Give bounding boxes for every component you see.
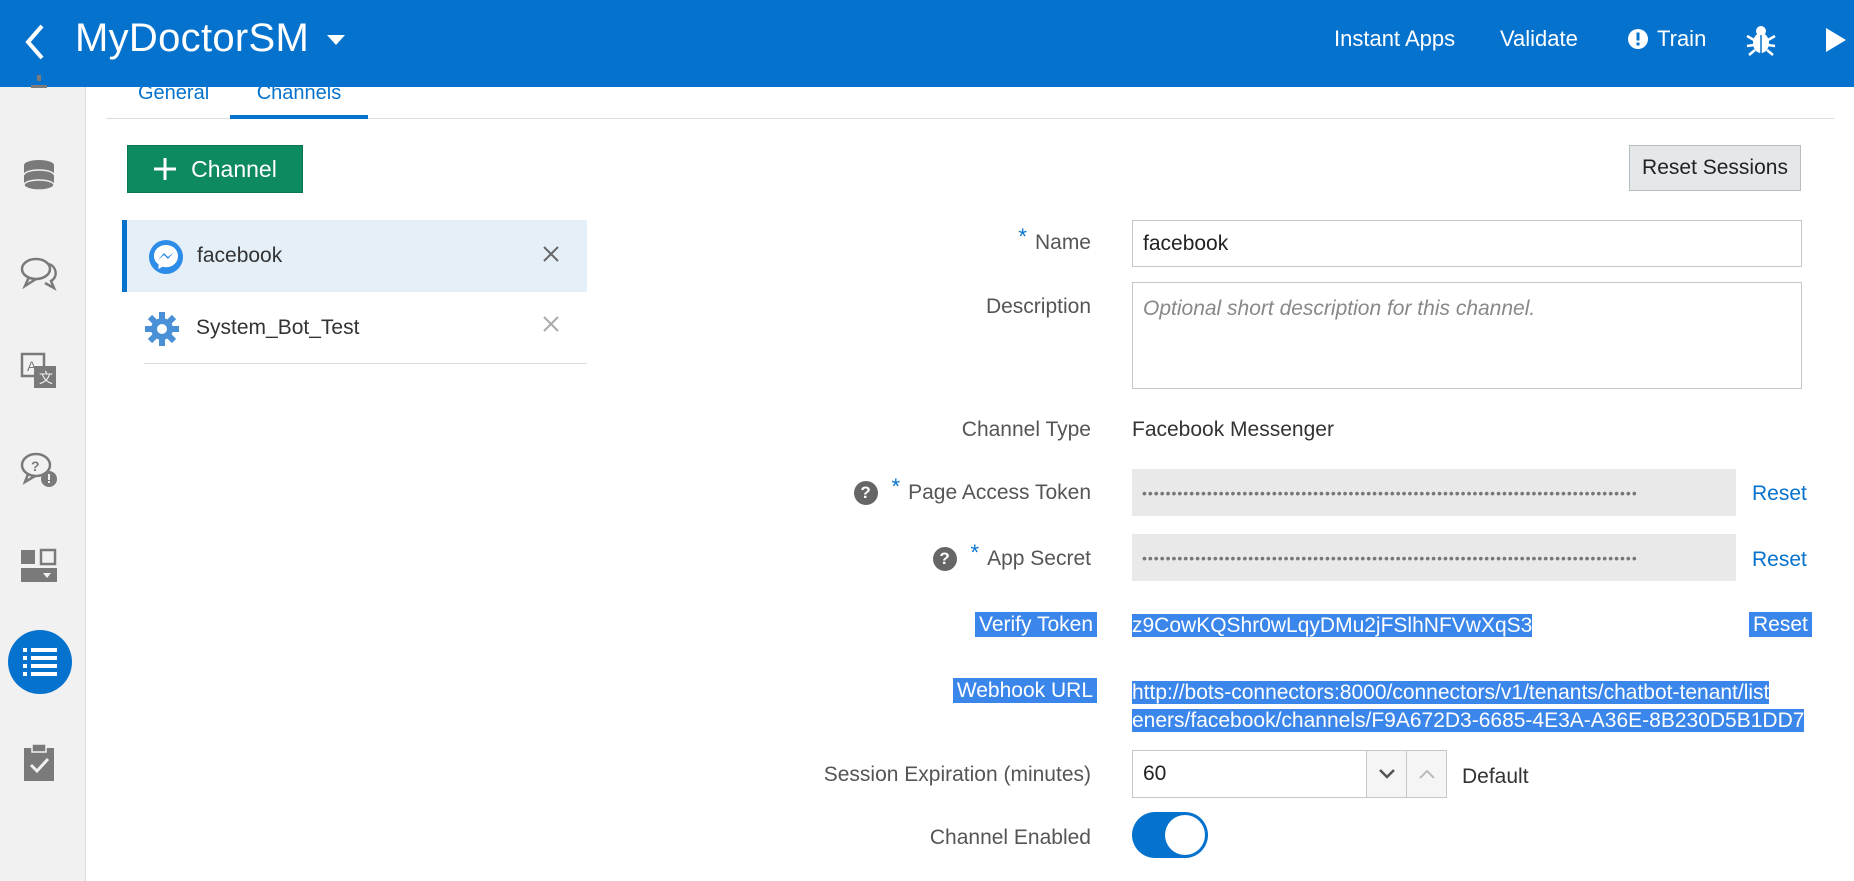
description-label: Description <box>985 295 1091 318</box>
validate-link[interactable]: Validate <box>1500 26 1578 52</box>
train-label: Train <box>1657 26 1707 51</box>
description-field[interactable]: Optional short description for this chan… <box>1132 282 1802 389</box>
play-icon[interactable] <box>1820 22 1850 58</box>
train-button[interactable]: Train <box>1627 26 1706 52</box>
required-mark: * <box>1018 224 1027 249</box>
left-nav-rail: A 文 ? <box>0 75 86 881</box>
reset-sessions-button[interactable]: Reset Sessions <box>1629 145 1801 191</box>
page-access-token-label: ? * Page Access Token <box>853 474 1091 506</box>
verify-token-reset-link[interactable]: Reset <box>1749 612 1812 637</box>
chevron-down-icon[interactable] <box>324 28 348 52</box>
required-mark: * <box>970 540 980 565</box>
clipboard-check-icon[interactable] <box>13 737 65 789</box>
verify-token-value[interactable]: z9CowKQShr0wLqyDMu2jFSlhNFVwXqS3 <box>1132 612 1812 640</box>
chevron-up-icon[interactable] <box>1406 751 1446 797</box>
session-expiration-stepper[interactable]: 60 <box>1132 750 1447 798</box>
alert-circle-icon <box>1628 29 1648 49</box>
help-icon[interactable]: ? <box>853 481 878 505</box>
tab-bar: General Channels <box>106 83 1834 119</box>
intents-icon[interactable] <box>13 73 65 97</box>
page-access-token-reset-link[interactable]: Reset <box>1752 482 1807 506</box>
page-access-token-field[interactable]: ••••••••••••••••••••••••••••••••••••••••… <box>1132 469 1736 516</box>
webhook-url-label: Webhook URL <box>952 678 1097 703</box>
instant-apps-link[interactable]: Instant Apps <box>1334 26 1455 52</box>
name-label: * Name <box>1018 224 1091 254</box>
app-secret-label: ? * App Secret <box>932 540 1091 572</box>
description-placeholder: Optional short description for this chan… <box>1143 297 1536 320</box>
webhook-url-value[interactable]: http://bots-connectors:8000/connectors/v… <box>1132 679 1812 735</box>
translate-icon[interactable]: A 文 <box>13 345 65 397</box>
channel-type-value: Facebook Messenger <box>1132 418 1334 441</box>
close-icon[interactable] <box>541 244 561 264</box>
svg-text:文: 文 <box>39 370 53 386</box>
channel-label: System_Bot_Test <box>196 316 360 339</box>
add-channel-button[interactable]: Channel <box>127 145 303 193</box>
close-icon[interactable] <box>541 314 561 334</box>
name-field[interactable]: facebook <box>1132 220 1802 267</box>
back-chevron-icon[interactable] <box>18 20 54 64</box>
bug-icon[interactable] <box>1743 22 1779 58</box>
tab-general[interactable]: General <box>138 83 209 119</box>
session-expiration-value[interactable]: 60 <box>1133 751 1366 797</box>
channel-enabled-toggle[interactable] <box>1132 812 1208 858</box>
channel-type-label: Channel Type <box>961 418 1091 441</box>
app-title: MyDoctorSM <box>75 16 310 60</box>
svg-text:?: ? <box>31 458 40 474</box>
add-channel-label: Channel <box>191 155 277 182</box>
help-chat-icon[interactable]: ? <box>13 443 65 495</box>
chat-bubbles-icon[interactable] <box>13 247 65 299</box>
plus-icon <box>154 158 177 180</box>
database-icon[interactable] <box>13 150 65 202</box>
help-icon[interactable]: ? <box>932 547 957 571</box>
chevron-down-icon[interactable] <box>1366 751 1406 797</box>
messenger-icon <box>148 239 184 275</box>
session-default-label: Default <box>1462 765 1529 788</box>
channel-label: facebook <box>197 244 283 267</box>
gear-icon <box>144 311 180 347</box>
flows-icon[interactable] <box>13 540 65 592</box>
channels-list-icon[interactable] <box>8 630 72 694</box>
required-mark: * <box>891 474 901 499</box>
channel-enabled-label: Channel Enabled <box>929 826 1091 849</box>
channel-item-system-bot-test[interactable]: System_Bot_Test <box>144 292 587 364</box>
tab-channels[interactable]: Channels <box>230 83 368 119</box>
toggle-knob <box>1165 815 1205 855</box>
verify-token-label: Verify Token <box>974 612 1097 637</box>
session-expiration-label: Session Expiration (minutes) <box>823 763 1091 786</box>
channel-item-facebook[interactable]: facebook <box>122 220 587 292</box>
app-secret-field[interactable]: ••••••••••••••••••••••••••••••••••••••••… <box>1132 534 1736 581</box>
app-header: MyDoctorSM Instant Apps Validate Train <box>0 0 1854 87</box>
app-secret-reset-link[interactable]: Reset <box>1752 548 1807 572</box>
